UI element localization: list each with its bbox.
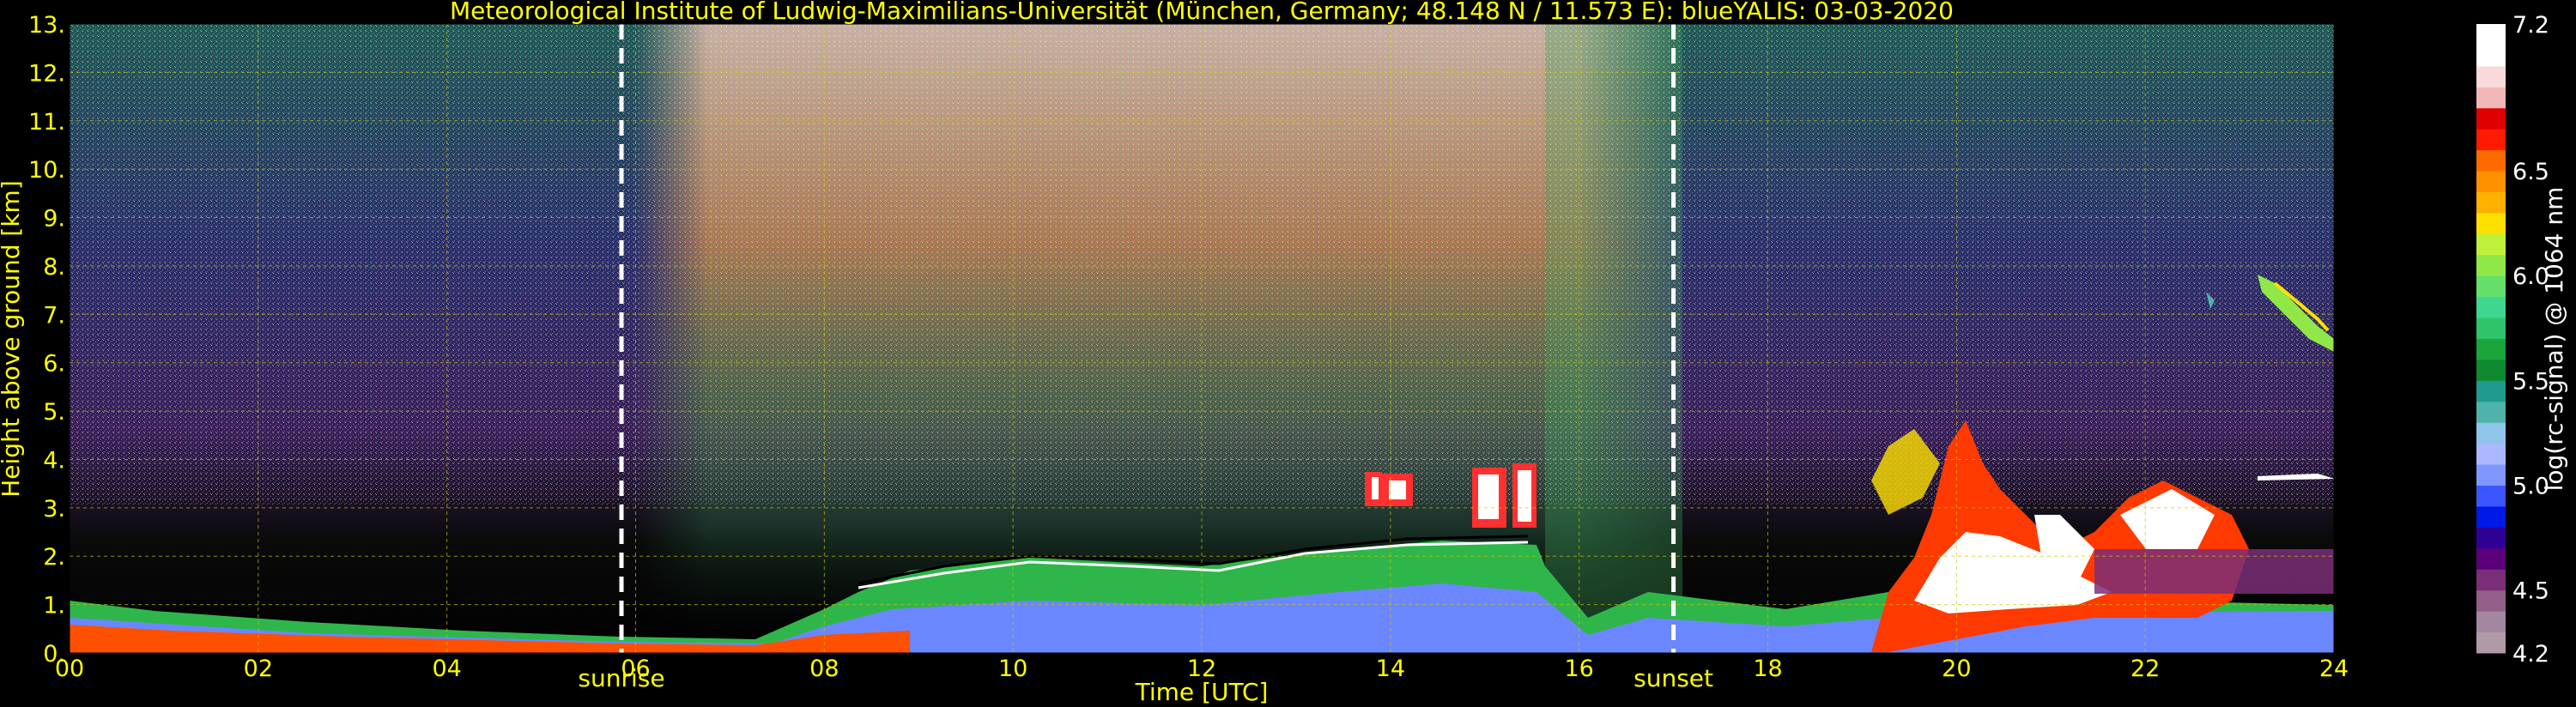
y-tick-label: 11.	[28, 109, 65, 136]
y-tick-label: 5.	[43, 399, 65, 426]
colorbar-segment	[2476, 505, 2506, 528]
colorbar-segment	[2476, 129, 2506, 151]
y-axis: 0. 1. 2. 3. 4. 5. 6. 7. 8. 9. 10. 11. 12. 13.	[28, 12, 65, 668]
y-tick-label: 8.	[43, 254, 65, 281]
colorbar-segment	[2476, 45, 2506, 67]
colorbar-segment	[2476, 254, 2506, 276]
x-tick-label: 18	[1753, 656, 1782, 682]
colorbar-label: log(rc-signal) @ 1064 nm	[2540, 187, 2568, 492]
colorbar-tick-label: 4.5	[2512, 578, 2549, 605]
colorbar-segment	[2476, 359, 2506, 381]
x-tick-label: 08	[809, 656, 839, 682]
y-tick-label: 3.	[43, 496, 65, 523]
y-tick-label: 6.	[43, 351, 65, 378]
sunset-label: sunset	[1633, 664, 1713, 692]
x-tick-label: 10	[998, 656, 1027, 682]
y-tick-label: 4.	[43, 447, 65, 474]
colorbar-segment	[2476, 275, 2506, 298]
x-tick-label: 24	[2319, 656, 2349, 682]
colorbar-segment	[2476, 611, 2506, 633]
colorbar-segment	[2476, 631, 2506, 654]
x-tick-label: 22	[2131, 656, 2160, 682]
colorbar-segment	[2476, 422, 2506, 444]
colorbar-segment	[2476, 589, 2506, 612]
colorbar-segment	[2476, 569, 2506, 591]
colorbar	[2476, 24, 2506, 654]
colorbar-tick-label: 6.5	[2512, 159, 2549, 185]
colorbar-segment	[2476, 65, 2506, 88]
colorbar-segment	[2476, 547, 2506, 570]
x-tick-label: 02	[244, 656, 273, 682]
plot-area	[70, 24, 2334, 653]
colorbar-segment	[2476, 296, 2506, 318]
y-tick-label: 1.	[43, 593, 65, 619]
colorbar-segment	[2476, 485, 2506, 507]
colorbar-segment	[2476, 212, 2506, 234]
colorbar-segment	[2476, 171, 2506, 192]
y-tick-label: 10.	[28, 157, 65, 184]
x-tick-label: 14	[1376, 656, 1405, 682]
colorbar-segment	[2476, 464, 2506, 486]
colorbar-segment	[2476, 87, 2506, 109]
y-tick-label: 7.	[43, 302, 65, 329]
lidar-chart: Meteorological Institute of Ludwig-Maxim…	[0, 0, 2568, 706]
colorbar-tick-label: 7.2	[2512, 12, 2549, 39]
colorbar-segment	[2476, 24, 2506, 45]
y-tick-label: 9.	[43, 206, 65, 233]
colorbar-segment	[2476, 527, 2506, 549]
colorbar-segment	[2476, 107, 2506, 130]
colorbar-segment	[2476, 338, 2506, 360]
x-tick-label: 20	[1942, 656, 1971, 682]
y-tick-label: 2.	[43, 544, 65, 571]
colorbar-segment	[2476, 149, 2506, 172]
colorbar-segment	[2476, 233, 2506, 256]
colorbar-segment	[2476, 401, 2506, 423]
x-axis-label: Time [UTC]	[1135, 678, 1269, 706]
y-tick-label: 0.	[43, 641, 65, 668]
x-tick-label: 04	[432, 656, 461, 682]
colorbar-segment	[2476, 380, 2506, 402]
sunrise-label: sunrise	[578, 664, 664, 692]
colorbar-tick-label: 4.2	[2512, 641, 2549, 668]
y-tick-label: 12.	[28, 60, 65, 87]
colorbar-segment	[2476, 317, 2506, 339]
x-tick-label: 16	[1564, 656, 1593, 682]
y-axis-label: Height above ground [km]	[0, 180, 25, 498]
colorbar-segment	[2476, 191, 2506, 214]
y-tick-label: 13.	[28, 12, 65, 39]
colorbar-segment	[2476, 443, 2506, 465]
chart-title: Meteorological Institute of Ludwig-Maxim…	[450, 0, 1954, 25]
